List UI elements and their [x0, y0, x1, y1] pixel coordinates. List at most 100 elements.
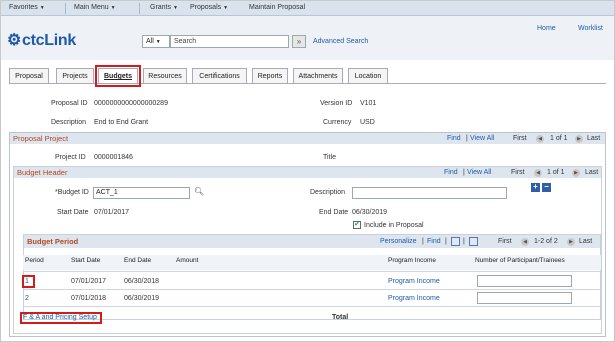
proposal-id-value: 0000000000000000289 [94, 100, 168, 107]
fa-pricing-highlight [20, 312, 102, 324]
next-icon[interactable]: ▶ [572, 169, 580, 177]
project-id-value: 0000001846 [94, 154, 133, 161]
find-link[interactable]: Find [447, 135, 461, 142]
next-icon[interactable]: ▶ [567, 238, 575, 246]
participants-input[interactable] [477, 275, 572, 287]
total-label: Total [332, 314, 349, 321]
version-id-label: Version ID [320, 100, 353, 107]
column-header-period[interactable]: Period [25, 257, 44, 264]
advanced-search-link[interactable]: Advanced Search [313, 38, 368, 45]
favorites-menu[interactable]: Favorites ▼ [9, 4, 45, 11]
last-label: Last [587, 135, 601, 142]
nav-separator: | [422, 238, 424, 245]
tab-resources[interactable]: Resources [143, 68, 187, 84]
proposal-window: Favorites ▼ Main Menu ▼ Grants ▼ Proposals ▼… [0, 0, 615, 342]
row-counter: 1-2 of 2 [534, 238, 558, 245]
tab-attachments[interactable]: Attachments [293, 68, 343, 84]
period-end-date: 06/30/2019 [124, 295, 160, 302]
row-divider [23, 289, 601, 290]
end-date-label: End Date [319, 209, 349, 216]
proposal-id-label: Proposal ID [51, 100, 88, 107]
proposal-project-header: Proposal Project Find | View All First ◀… [10, 133, 605, 144]
start-date-label: Start Date [57, 209, 89, 216]
tab-reports[interactable]: Reports [252, 68, 288, 84]
period-end-date: 06/30/2018 [124, 278, 160, 285]
find-link[interactable]: Find [427, 238, 441, 245]
add-row-button[interactable]: + [531, 183, 540, 192]
period-link[interactable]: 2 [25, 295, 29, 302]
view-all-link[interactable]: View All [467, 169, 491, 176]
nav-separator: | [463, 169, 465, 176]
previous-icon[interactable]: ◀ [534, 169, 542, 177]
end-date-value: 06/30/2019 [352, 209, 388, 216]
nav-separator: | [445, 238, 447, 245]
budget-id-label: *Budget ID [55, 189, 89, 196]
include-in-proposal-checkbox[interactable]: ✔ [353, 221, 361, 229]
find-link[interactable]: Find [444, 169, 458, 176]
description-label: Description [51, 119, 87, 126]
budget-id-input[interactable]: ACT_1 [93, 187, 190, 199]
budget-header-header: Budget Header Find | View All First ◀ 1 … [14, 167, 601, 178]
project-id-label: Project ID [55, 154, 86, 161]
description-value: End to End Grant [94, 119, 149, 126]
column-header-start-date[interactable]: Start Date [71, 257, 100, 264]
gear-icon: ⚙ [7, 32, 22, 49]
chevron-down-icon: ▼ [39, 5, 45, 11]
column-header-end-date[interactable]: End Date [124, 257, 151, 264]
title-label: Title [323, 154, 336, 161]
include-in-proposal-label: Include in Proposal [364, 222, 424, 229]
last-label: Last [585, 169, 599, 176]
period-highlight [22, 275, 35, 288]
chevron-down-icon: ▼ [110, 5, 116, 11]
maintain-proposal-crumb[interactable]: Maintain Proposal [249, 4, 305, 11]
currency-value: USD [360, 119, 375, 126]
first-label: First [511, 169, 525, 176]
search-input[interactable]: Search [170, 35, 289, 48]
column-header-participants[interactable]: Number of Participant/Trainees [475, 257, 565, 264]
nav-separator: | [463, 238, 465, 245]
participants-input[interactable] [477, 292, 572, 304]
worklist-link[interactable]: Worklist [578, 25, 603, 32]
view-all-link[interactable]: View All [470, 135, 494, 142]
program-income-link[interactable]: Program Income [388, 278, 440, 285]
lookup-icon[interactable]: 🔍︎ [194, 187, 204, 196]
tab-location[interactable]: Location [348, 68, 388, 84]
search-go-button[interactable]: » [292, 35, 306, 48]
personalize-link[interactable]: Personalize [380, 238, 417, 245]
main-menu[interactable]: Main Menu ▼ [74, 4, 116, 11]
breadcrumb-menubar: Favorites ▼ Main Menu ▼ Grants ▼ Proposals ▼… [1, 1, 614, 16]
nav-separator: | [466, 135, 468, 142]
tab-proposal[interactable]: Proposal [9, 68, 49, 84]
row-divider [23, 306, 601, 307]
start-date-value: 07/01/2017 [94, 209, 130, 216]
search-scope-select[interactable]: All ▼ [142, 35, 170, 48]
section-title: Proposal Project [13, 134, 69, 143]
grid-column-headers: Period Start Date End Date Amount Progra… [23, 255, 601, 270]
previous-icon[interactable]: ◀ [536, 135, 544, 143]
currency-label: Currency [323, 119, 352, 126]
next-icon[interactable]: ▶ [575, 135, 583, 143]
header-bar: ⚙ctcLink Home Worklist All ▼ Search » Ad… [1, 16, 614, 60]
section-title: Budget Period [27, 237, 79, 246]
menu-divider [139, 3, 140, 14]
proposals-menu[interactable]: Proposals ▼ [190, 4, 228, 11]
home-link[interactable]: Home [537, 25, 556, 32]
delete-row-button[interactable]: − [542, 183, 551, 192]
grants-menu[interactable]: Grants ▼ [150, 4, 178, 11]
description-input[interactable] [352, 187, 507, 199]
chevron-down-icon: ▼ [173, 5, 178, 11]
column-header-program-income[interactable]: Program Income [388, 257, 436, 264]
column-header-amount[interactable]: Amount [176, 257, 198, 264]
view-all-grid-icon[interactable] [451, 237, 460, 246]
download-excel-icon[interactable] [469, 237, 478, 246]
menu-divider [65, 3, 66, 14]
chevron-down-icon: ▼ [223, 5, 229, 11]
previous-icon[interactable]: ◀ [521, 238, 529, 246]
row-counter: 1 of 1 [550, 135, 568, 142]
tab-projects[interactable]: Projects [56, 68, 94, 84]
first-label: First [513, 135, 527, 142]
section-title: Budget Header [17, 168, 68, 177]
program-income-link[interactable]: Program Income [388, 295, 440, 302]
period-start-date: 07/01/2018 [71, 295, 107, 302]
tab-certifications[interactable]: Certifications [192, 68, 247, 84]
